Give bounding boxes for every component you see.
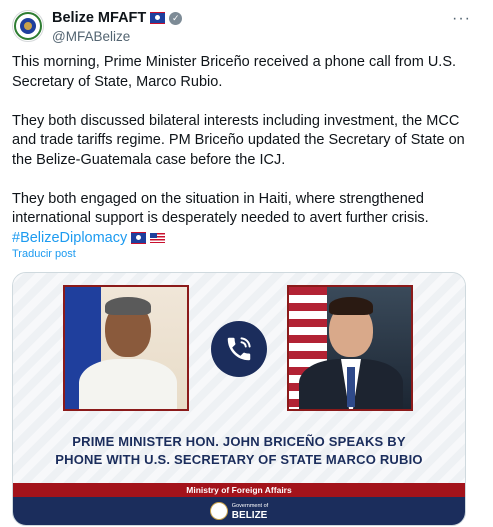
government-footer: Government of BELIZE [13,497,465,525]
translate-post-link[interactable]: Traducir post [12,248,76,260]
government-wordmark: Government of BELIZE [231,502,268,521]
hashtag-line: #BelizeDiplomacy [12,229,480,249]
person-hair [105,297,151,315]
post-paragraph: They both engaged on the situation in Ha… [12,190,429,227]
post-media-image[interactable]: PRIME MINISTER HON. JOHN BRICEÑO SPEAKS … [12,272,466,526]
belize-flag-icon [150,12,166,24]
post-text: This morning, Prime Minister Briceño rec… [12,53,480,248]
government-seal-icon [209,502,228,520]
display-name[interactable]: Belize MFAFT [52,10,146,26]
handle[interactable]: @MFABelize [52,29,130,44]
verified-badge-icon: ✓ [169,11,183,25]
post-header: Belize MFAFT ✓ @MFABelize ··· [12,8,481,48]
briceno-photo [63,285,189,411]
headline-line: PRIME MINISTER HON. JOHN BRICEÑO SPEAKS … [72,434,406,449]
post-card: Belize MFAFT ✓ @MFABelize ··· This morni… [0,0,493,527]
avatar[interactable] [12,10,44,42]
rubio-photo [287,285,413,411]
person-hair [329,297,373,315]
more-options-icon[interactable]: ··· [452,10,471,28]
belize-flag-icon [131,232,147,245]
person-tie [347,367,355,407]
phone-call-icon [211,321,267,377]
person-body [79,359,177,409]
ministry-banner: Ministry of Foreign Affairs [13,483,465,497]
headline-line: PHONE WITH U.S. SECRETARY OF STATE MARCO… [55,452,423,467]
us-flag-icon [150,233,166,244]
hashtag-link[interactable]: #BelizeDiplomacy [12,229,127,249]
post-paragraph: This morning, Prime Minister Briceño rec… [12,54,457,90]
belize-label: BELIZE [231,510,268,521]
name-row: Belize MFAFT ✓ [52,10,183,26]
belize-seal-icon [14,12,42,40]
post-paragraph: They both discussed bilateral interests … [12,112,465,168]
media-headline: PRIME MINISTER HON. JOHN BRICEÑO SPEAKS … [33,433,445,469]
